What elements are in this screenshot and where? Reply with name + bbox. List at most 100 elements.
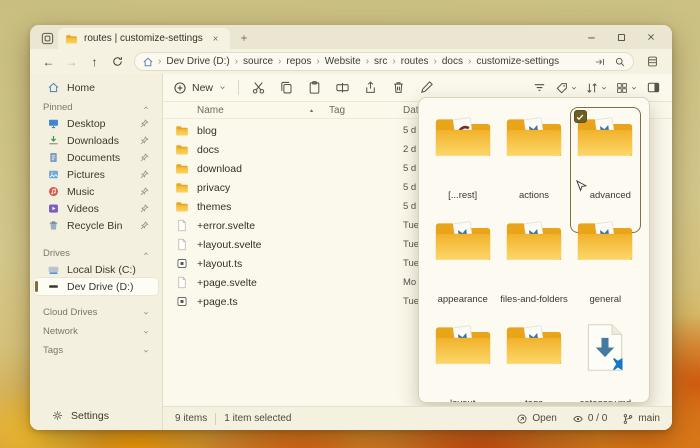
markdown-file-icon <box>584 323 626 372</box>
open-button[interactable]: Open <box>516 413 556 425</box>
forward-arrow-icon: → <box>66 55 78 69</box>
refresh-button[interactable] <box>107 52 128 71</box>
folder-tile-actions[interactable]: actions <box>498 106 569 210</box>
sidebar-item-dev-drive[interactable]: Dev Drive (D:) <box>34 278 158 295</box>
folder-tile-tags[interactable]: tags <box>498 314 569 403</box>
sidebar-item-label: Videos <box>67 203 133 215</box>
minimize-button[interactable] <box>576 26 606 48</box>
folder-tile-layout[interactable]: layout <box>427 314 498 403</box>
forward-button[interactable]: → <box>61 52 82 71</box>
section-label: Cloud Drives <box>43 307 97 318</box>
window-stack-icon <box>40 31 55 46</box>
breadcrumb-segment[interactable]: source <box>242 56 274 67</box>
close-button[interactable] <box>636 26 666 48</box>
breadcrumb-segment[interactable]: src <box>373 56 388 67</box>
minimize-icon <box>585 31 598 44</box>
filter-button[interactable] <box>531 79 548 96</box>
back-button[interactable]: ← <box>38 52 59 71</box>
new-tab-button[interactable] <box>234 28 254 48</box>
git-status[interactable]: 0 / 0 <box>572 413 607 425</box>
go-to-icon[interactable] <box>594 56 606 68</box>
search-icon[interactable] <box>614 56 626 68</box>
breadcrumb-segment[interactable]: Website <box>324 56 362 67</box>
sidebar-item-desktop[interactable]: Desktop <box>34 115 158 132</box>
sidebar-item-label: Dev Drive (D:) <box>67 281 158 293</box>
git-branch-icon <box>622 413 634 425</box>
sidebar-item-documents[interactable]: Documents <box>34 149 158 166</box>
new-button[interactable]: New <box>173 81 227 95</box>
branch-button[interactable]: main <box>622 413 660 425</box>
app-icon[interactable] <box>36 28 58 48</box>
maximize-button[interactable] <box>606 26 636 48</box>
folder-tile-files-and-folders[interactable]: files-and-folders <box>498 210 569 314</box>
sidebar-item-recycle-bin[interactable]: Recycle Bin <box>34 217 158 234</box>
pin-icon <box>140 221 149 230</box>
file-tile-category-md[interactable]: category.md <box>570 314 641 403</box>
file-name: +layout.svelte <box>197 239 329 251</box>
share-button[interactable] <box>362 79 379 96</box>
folder-tile-advanced[interactable]: advanced <box>570 106 641 210</box>
section-drives[interactable]: Drives <box>30 246 162 261</box>
section-label: Network <box>43 326 78 337</box>
home-icon <box>142 56 154 68</box>
close-icon <box>211 34 220 43</box>
address-bar[interactable]: › Dev Drive (D:) › source › repos › Webs… <box>134 52 634 71</box>
tag-icon <box>555 81 569 95</box>
chevron-down-icon <box>142 347 150 355</box>
breadcrumb-separator: › <box>433 56 438 67</box>
sort-button[interactable] <box>585 81 608 95</box>
view-button[interactable] <box>615 81 638 95</box>
folder-tile-appearance[interactable]: appearance <box>427 210 498 314</box>
section-cloud-drives[interactable]: Cloud Drives <box>30 305 162 320</box>
typescript-file-icon <box>175 257 189 270</box>
column-header-tag[interactable]: Tag <box>329 105 403 116</box>
file-name: docs <box>197 144 329 156</box>
file-icon <box>175 276 189 289</box>
breadcrumb-segment[interactable]: routes <box>400 56 430 67</box>
settings-button[interactable]: Settings <box>38 407 154 424</box>
tab-active[interactable]: routes | customize-settings <box>58 28 230 49</box>
sidebar-item-local-disk[interactable]: Local Disk (C:) <box>34 261 158 278</box>
breadcrumb-segment[interactable]: docs <box>441 56 464 67</box>
up-button[interactable]: ↑ <box>84 52 105 71</box>
delete-button[interactable] <box>390 79 407 96</box>
breadcrumb-separator: › <box>277 56 282 67</box>
section-tags[interactable]: Tags <box>30 343 162 358</box>
chevron-down-icon <box>570 84 578 92</box>
section-network[interactable]: Network <box>30 324 162 339</box>
sidebar-item-videos[interactable]: Videos <box>34 200 158 217</box>
sidebar-item-pictures[interactable]: Pictures <box>34 166 158 183</box>
file-icon <box>175 219 189 232</box>
sidebar-item-label: Pictures <box>67 169 133 181</box>
tab-close-button[interactable] <box>209 32 223 46</box>
paste-button[interactable] <box>306 79 323 96</box>
details-pane-button[interactable] <box>645 79 662 96</box>
file-name: blog <box>197 125 329 137</box>
edit-button[interactable] <box>418 79 435 96</box>
column-header-name[interactable]: Name <box>197 105 329 116</box>
sidebar-item-downloads[interactable]: Downloads <box>34 132 158 149</box>
section-pinned[interactable]: Pinned <box>30 100 162 115</box>
file-name: themes <box>197 201 329 213</box>
copy-button[interactable] <box>278 79 295 96</box>
sidebar-item-music[interactable]: Music <box>34 183 158 200</box>
tile-label: [...rest] <box>427 190 498 201</box>
breadcrumb-segment[interactable]: repos <box>285 56 312 67</box>
chevron-down-icon <box>630 84 638 92</box>
breadcrumb-segment[interactable]: customize-settings <box>475 56 560 67</box>
folder-tile-rest[interactable]: [...rest] <box>427 106 498 210</box>
archive-button[interactable] <box>642 52 662 71</box>
cut-button[interactable] <box>250 79 267 96</box>
selected-checkbox[interactable] <box>574 110 587 123</box>
clipboard-icon <box>307 80 322 95</box>
file-name: +error.svelte <box>197 220 329 232</box>
tab-bar: routes | customize-settings <box>30 25 672 49</box>
tag-view-button[interactable] <box>555 81 578 95</box>
sidebar-item-label: Recycle Bin <box>67 220 133 232</box>
rename-button[interactable] <box>334 79 351 96</box>
folder-icon <box>175 181 189 194</box>
folder-tile-general[interactable]: general <box>570 210 641 314</box>
chevron-down-icon <box>142 309 150 317</box>
sidebar-item-home[interactable]: Home <box>34 79 158 96</box>
breadcrumb-segment[interactable]: Dev Drive (D:) <box>165 56 230 67</box>
